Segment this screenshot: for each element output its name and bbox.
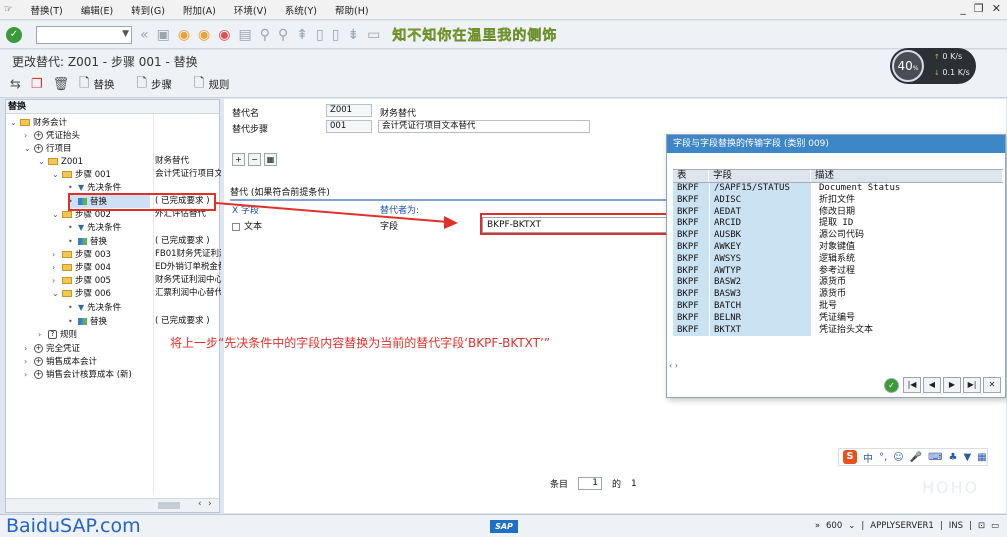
col-header-table: 表 <box>673 170 709 182</box>
dialog-button-row: ✓ |◀ ◀ ▶ ▶| ✕ <box>884 377 1001 393</box>
skin-icon[interactable]: ▼ <box>963 452 971 463</box>
grid-icon[interactable]: ▦ <box>977 452 986 463</box>
table-row[interactable]: BKPF AWSYS 逻辑系统 <box>673 253 1003 266</box>
table-header: 表 字段 描述 <box>673 169 1003 183</box>
prev-page-icon[interactable]: ◀ <box>923 377 941 393</box>
table-row[interactable]: BKPF AWKEY 对象键值 <box>673 241 1003 254</box>
table-row[interactable]: BKPF AWTYP 参考过程 <box>673 265 1003 278</box>
close-icon[interactable]: ✕ <box>983 377 1001 393</box>
table-row[interactable]: BKPF BELNR 凭证编号 <box>673 312 1003 325</box>
keyboard-icon[interactable]: ⌨ <box>928 452 942 463</box>
watermark: HOHO <box>922 478 980 497</box>
user-icon[interactable]: ♣ <box>949 452 958 463</box>
lock-icon[interactable]: ⊡ <box>978 521 985 531</box>
first-page-icon[interactable]: |◀ <box>903 377 921 393</box>
sap-logo: SAP <box>490 520 518 533</box>
table-row[interactable]: BKPF AEDAT 修改日期 <box>673 206 1003 219</box>
table-row[interactable]: BKPF BASW3 源货币 <box>673 289 1003 301</box>
table-row[interactable]: BKPF AUSBK 源公司代码 <box>673 230 1003 242</box>
last-page-icon[interactable]: ▶| <box>963 377 981 393</box>
table-row[interactable]: BKPF BKTXT 凭证抬头文本 <box>673 324 1003 337</box>
system-info: » 600 ⌄ | APPLYSERVER1 | INS | ⊡ ▭ <box>814 521 999 531</box>
punctuation-icon[interactable]: °, <box>879 452 887 463</box>
input-mode: INS <box>948 521 963 531</box>
layout-icon[interactable]: ▭ <box>991 521 999 531</box>
sogou-logo[interactable]: S <box>843 450 857 464</box>
field-selection-dialog: 字段与字段替换的传输字段 (类别 009) 表 字段 描述 BKPF/SAPF1… <box>666 134 1006 398</box>
site-watermark: BaiduSAP.com <box>6 515 141 537</box>
table-row[interactable]: BKPF ARCID 提取 ID <box>673 218 1003 231</box>
col-header-desc: 描述 <box>811 170 1003 182</box>
client-number: 600 <box>826 521 843 531</box>
emoji-icon[interactable]: ☺ <box>893 452 903 463</box>
ime-toolbar: S 中 °, ☺ 🎤 ⌨ ♣ ▼ ▦ <box>838 448 988 466</box>
table-row[interactable]: BKPF/SAPF15/STATUS Document Status <box>673 183 1003 195</box>
chevron-down-icon[interactable]: ⌄ <box>848 521 855 531</box>
status-bar: BaiduSAP.com SAP » 600 ⌄ | APPLYSERVER1 … <box>0 514 1007 537</box>
confirm-icon[interactable]: ✓ <box>884 378 899 393</box>
ime-language[interactable]: 中 <box>863 450 873 465</box>
expand-status-icon[interactable]: » <box>815 521 820 531</box>
field-table: 表 字段 描述 BKPF/SAPF15/STATUS Document Statu… <box>673 169 1003 337</box>
microphone-icon[interactable]: 🎤 <box>910 452 922 463</box>
server-name: APPLYSERVER1 <box>870 521 934 531</box>
next-page-icon[interactable]: ▶ <box>943 377 961 393</box>
table-row[interactable]: BKPF ADISC 折扣文件 <box>673 194 1003 207</box>
table-row[interactable]: BKPF BATCH 批号 <box>673 300 1003 313</box>
col-header-field: 字段 <box>709 170 811 182</box>
dialog-title: 字段与字段替换的传输字段 (类别 009) <box>667 135 1005 153</box>
dialog-horizontal-scrollbar[interactable]: ‹ › <box>667 361 1005 371</box>
table-row[interactable]: BKPF BASW2 源货币 <box>673 277 1003 290</box>
